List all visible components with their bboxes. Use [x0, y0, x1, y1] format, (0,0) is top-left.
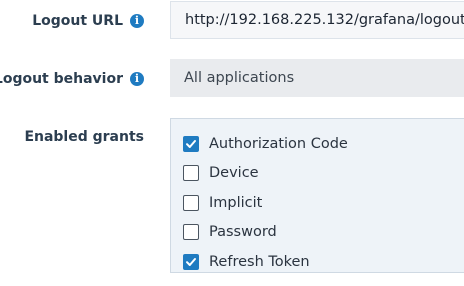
logout-behavior-label-text: Logout behavior — [0, 71, 123, 87]
logout-url-row: Logout URL i http://192.168.225.132/graf… — [0, 0, 464, 44]
logout-behavior-row: Logout behavior i All applications — [0, 59, 464, 99]
logout-url-input[interactable]: http://192.168.225.132/grafana/logout — [170, 1, 464, 39]
grant-checkbox[interactable] — [183, 135, 199, 152]
enabled-grants-list: Authorization Code Device Implicit Password… — [170, 118, 464, 273]
grant-checkbox[interactable] — [183, 194, 199, 211]
grant-item[interactable]: Refresh Token — [183, 247, 464, 277]
info-icon[interactable]: i — [130, 14, 144, 28]
grant-item[interactable]: Password — [183, 218, 464, 248]
grant-checkbox[interactable] — [183, 253, 199, 270]
grant-item[interactable]: Device — [183, 159, 464, 189]
grant-label: Authorization Code — [209, 135, 348, 152]
logout-url-value: http://192.168.225.132/grafana/logout — [185, 12, 464, 28]
logout-behavior-select[interactable]: All applications — [170, 59, 464, 97]
grant-label: Implicit — [209, 194, 263, 211]
grant-item[interactable]: Implicit — [183, 188, 464, 218]
logout-url-label: Logout URL i — [32, 13, 144, 29]
checkmark-icon — [186, 139, 196, 148]
grant-label: Password — [209, 224, 277, 241]
grant-item[interactable]: Authorization Code — [183, 129, 464, 159]
grant-checkbox[interactable] — [183, 165, 199, 182]
enabled-grants-label-text: Enabled grants — [24, 129, 144, 145]
logout-behavior-selected: All applications — [184, 70, 295, 86]
enabled-grants-label: Enabled grants — [24, 129, 144, 145]
enabled-grants-row: Enabled grants Authorization Code Device I… — [0, 118, 464, 278]
logout-url-label-text: Logout URL — [32, 13, 123, 29]
logout-behavior-label: Logout behavior i — [0, 71, 144, 87]
grant-checkbox[interactable] — [183, 224, 199, 241]
info-icon[interactable]: i — [130, 72, 144, 86]
grant-label: Refresh Token — [209, 253, 310, 270]
checkmark-icon — [186, 257, 196, 266]
grant-label: Device — [209, 165, 259, 182]
